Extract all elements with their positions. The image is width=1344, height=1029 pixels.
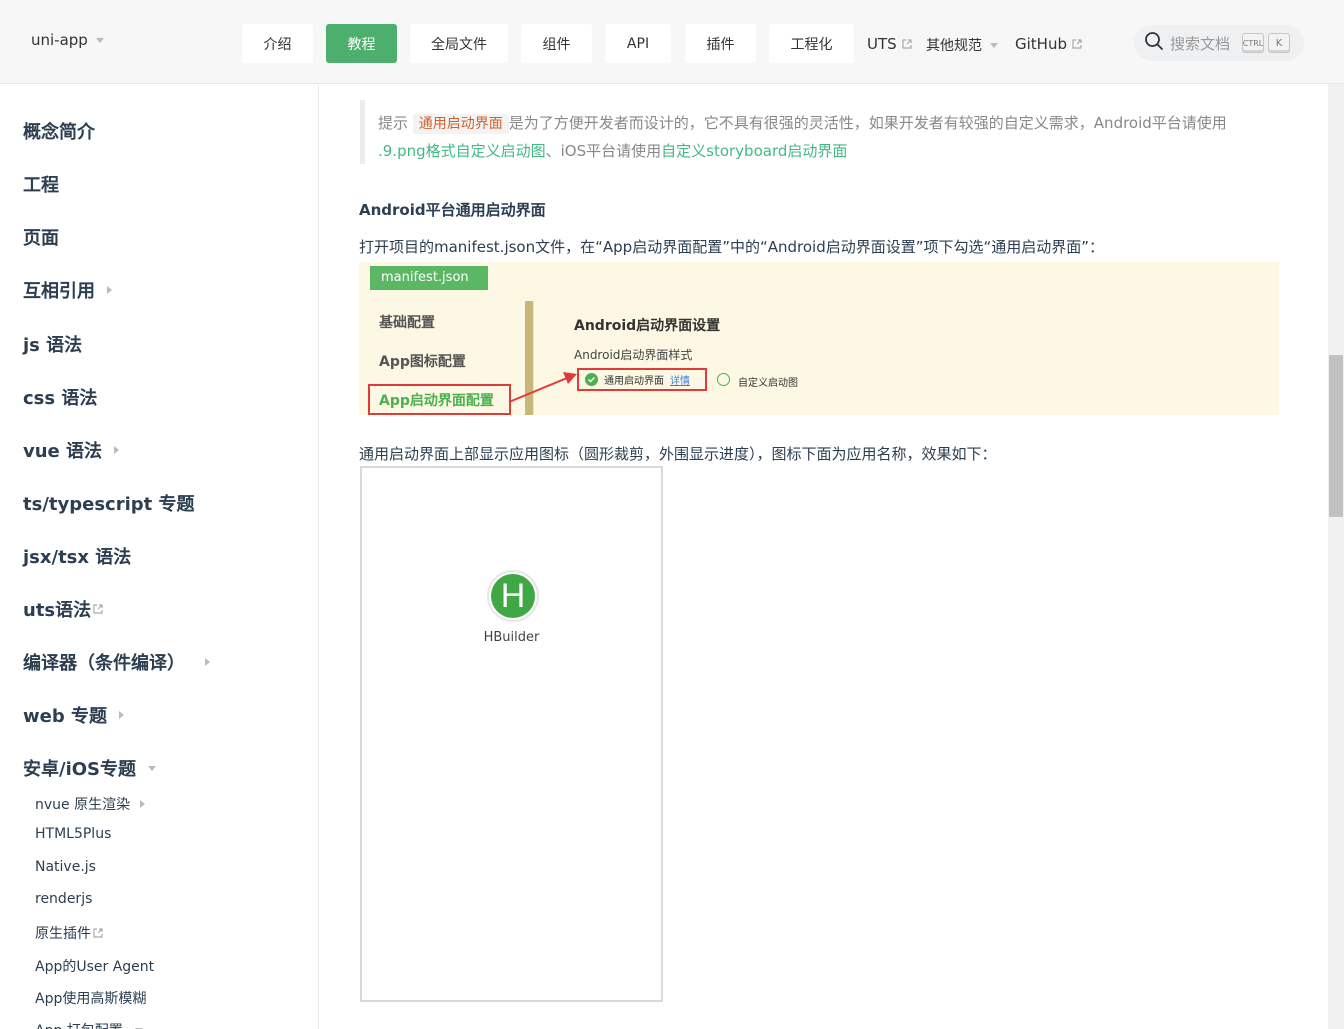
sidebar-item-jsx[interactable]: jsx/tsx 语法 [23,543,131,569]
sidebar-item-label: 安卓/iOS专题 [23,759,137,780]
tip-code: 通用启动界面 [412,114,509,134]
menu-app-icon-config: App图标配置 [379,354,466,370]
sidebar-sub-nvue[interactable]: nvue 原生渲染 [35,794,146,814]
sidebar: 概念简介 工程 页面 互相引用 js 语法 css 语法 vue 语法 ts/t… [0,85,319,1029]
nav-global-files-button[interactable]: 全局文件 [410,24,508,63]
tip-link-9png[interactable]: .9.png格式自定义启动图 [378,142,546,160]
external-link-icon [902,39,912,49]
nav-uts-label: UTS [867,35,897,53]
sidebar-sub-html5plus[interactable]: HTML5Plus [35,826,111,842]
chevron-right-icon [119,711,124,719]
k-key-hint: K [1268,33,1291,53]
sidebar-sub-blur[interactable]: App使用高斯模糊 [35,988,146,1008]
nav-intro-button[interactable]: 介绍 [242,24,313,63]
sidebar-item-label: uts语法 [23,600,92,621]
nav-other-label: 其他规范 [926,38,982,54]
chevron-right-icon [140,800,146,808]
nav-github-label: GitHub [1015,35,1067,53]
sidebar-item-web[interactable]: web 专题 [23,702,124,728]
nav-api-button[interactable]: API [605,24,671,63]
sidebar-sub-packaging[interactable]: App 打包配置 [35,1020,143,1029]
sidebar-item-label: 编译器（条件编译） [23,653,185,674]
sidebar-item-compiler[interactable]: 编译器（条件编译） [23,649,210,675]
sidebar-sub-label: App 打包配置 [35,1020,123,1029]
sidebar-item-label: vue 语法 [23,441,103,462]
sidebar-item-label: web 专题 [23,706,107,727]
top-navbar: uni-app 介绍 教程 全局文件 组件 API 插件 工程化 UTS 其他规… [0,0,1344,84]
external-link-icon [1072,39,1082,49]
sidebar-sub-label: 原生插件 [35,926,91,942]
option-generic-label: 通用启动界面 [604,376,664,387]
manifest-screenshot: manifest.json 基础配置 App图标配置 App启动界面配置 And… [359,262,1279,415]
menu-basic-config: 基础配置 [379,315,435,331]
search-icon [1144,31,1164,55]
sidebar-item-vue[interactable]: vue 语法 [23,437,120,463]
external-link-icon [93,928,103,938]
manifest-tab: manifest.json [370,266,488,290]
sidebar-item-concepts[interactable]: 概念简介 [23,118,95,144]
nav-tutorial-button[interactable]: 教程 [326,24,397,63]
nav-components-button[interactable]: 组件 [521,24,592,63]
sidebar-item-css[interactable]: css 语法 [23,384,97,410]
hbuilder-logo-icon: H [491,574,535,618]
sidebar-item-pages[interactable]: 页面 [23,224,59,250]
tip-text-1: 是为了方便开发者而设计的，它不具有很强的灵活性，如果开发者有较强的自定义需求，A… [508,114,1227,132]
option-custom-label: 自定义启动图 [738,378,798,389]
radio-unchecked-icon [717,373,730,386]
chevron-right-icon [107,286,112,294]
option-detail-link: 详情 [670,376,690,387]
brand-label: uni-app [31,31,88,49]
sidebar-sub-nativejs[interactable]: Native.js [35,859,96,875]
tip-link-storyboard[interactable]: 自定义storyboard启动界面 [661,142,847,160]
search-box[interactable]: 搜索文档 CTRL K [1134,25,1304,61]
nav-plugins-button[interactable]: 插件 [685,24,756,63]
sidebar-sub-renderjs[interactable]: renderjs [35,891,92,907]
brand-selector[interactable]: uni-app [31,31,104,49]
phone-preview: H HBuilder [360,466,663,1002]
scrollbar-track[interactable] [1328,84,1344,1029]
sidebar-sub-native-plugins[interactable]: 原生插件 [35,923,103,943]
sidebar-item-android-ios[interactable]: 安卓/iOS专题 [23,755,157,781]
settings-style-label: Android启动界面样式 [574,348,693,362]
sidebar-item-label: 互相引用 [23,281,95,302]
chevron-down-icon [148,765,157,771]
scrollbar-thumb[interactable] [1329,355,1343,517]
sidebar-sub-user-agent[interactable]: App的User Agent [35,956,154,976]
sidebar-item-js[interactable]: js 语法 [23,331,82,357]
chevron-down-icon [95,37,104,43]
settings-title: Android启动界面设置 [574,318,721,334]
sidebar-item-references[interactable]: 互相引用 [23,277,112,303]
highlight-box-menu [368,384,511,415]
app-name-label: HBuilder [483,630,540,645]
tip-blockquote: 提示 通用启动界面 是为了方便开发者而设计的，它不具有很强的灵活性，如果开发者有较… [360,100,1280,164]
nav-engineering-button[interactable]: 工程化 [769,24,854,63]
paragraph-instructions: 打开项目的manifest.json文件，在“App启动界面配置”中的“Andr… [359,238,1105,256]
paragraph-effect: 通用启动界面上部显示应用图标（圆形裁剪，外围显示进度），图标下面为应用名称，效果… [359,445,997,463]
nav-github-link[interactable]: GitHub [1015,35,1082,53]
tip-prefix: 提示 [378,114,409,132]
ctrl-key-hint: CTRL [1242,33,1265,53]
nav-other-specs-dropdown[interactable]: 其他规范 [926,35,998,55]
sidebar-item-project[interactable]: 工程 [23,171,59,197]
app-icon: H [487,570,539,622]
chevron-right-icon [114,446,120,454]
radio-checked-icon [585,373,598,386]
arrow-icon [508,372,577,403]
nav-uts-link[interactable]: UTS [867,35,912,53]
sidebar-sub-label: nvue 原生渲染 [35,797,131,813]
highlight-box-option: 通用启动界面 详情 [577,368,707,391]
section-heading: Android平台通用启动界面 [359,201,546,219]
sidebar-item-typescript[interactable]: ts/typescript 专题 [23,490,195,516]
sidebar-item-uts[interactable]: uts语法 [23,596,103,622]
chevron-down-icon [990,42,998,48]
external-link-icon [93,604,103,614]
search-placeholder: 搜索文档 [1170,34,1231,53]
tip-text-2: 、iOS平台请使用 [545,142,662,160]
chevron-right-icon [205,658,210,666]
